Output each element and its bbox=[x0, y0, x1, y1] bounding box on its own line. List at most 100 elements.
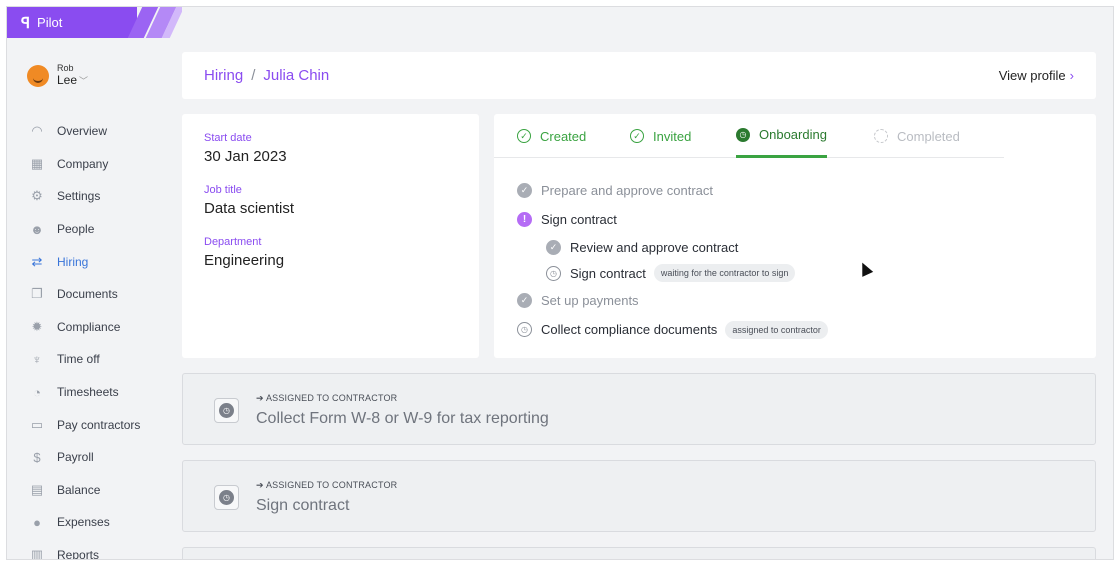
app-name: Pilot bbox=[37, 15, 63, 30]
sidebar-item-people[interactable]: ☻ People bbox=[29, 213, 140, 246]
task-card-partial[interactable] bbox=[182, 547, 1096, 559]
gear-icon: ⚙ bbox=[31, 188, 43, 204]
brand-bar: ꟼ Pilot bbox=[7, 7, 137, 38]
sidebar-item-settings[interactable]: ⚙ Settings bbox=[29, 180, 140, 213]
step-item: ✓ Prepare and approve contract bbox=[517, 176, 828, 205]
sidebar-item-pay-contractors[interactable]: ▭ Pay contractors bbox=[29, 408, 141, 441]
task-assignee: ➔ ASSIGNED TO CONTRACTOR bbox=[256, 393, 397, 404]
tab-label: Completed bbox=[897, 128, 960, 144]
tab-label: Invited bbox=[653, 128, 692, 144]
sidebar-item-time-off[interactable]: ♆ Time off bbox=[29, 343, 140, 376]
check-circle-icon: ✓ bbox=[517, 183, 532, 198]
step-label: Prepare and approve contract bbox=[541, 183, 713, 198]
onboarding-status-card: ✓ Created ✓ Invited ◷ Onboarding Completed ✓ Pr… bbox=[494, 114, 1096, 358]
arrow-right-icon: ➔ bbox=[256, 393, 266, 403]
tab-completed[interactable]: Completed bbox=[874, 114, 960, 158]
sidebar-item-label: Overview bbox=[57, 124, 108, 139]
gauge-icon: ◠ bbox=[31, 123, 43, 139]
sidebar-item-label: Balance bbox=[57, 482, 101, 497]
sidebar-item-label: Expenses bbox=[57, 515, 110, 530]
handshake-icon: ⇄ bbox=[31, 253, 43, 269]
tab-created[interactable]: ✓ Created bbox=[517, 114, 586, 158]
breadcrumb: Hiring / Julia Chin bbox=[204, 67, 329, 84]
step-label: Sign contract bbox=[570, 265, 646, 281]
detail-value: Engineering bbox=[204, 252, 285, 269]
breadcrumb-parent[interactable]: Hiring bbox=[204, 67, 243, 84]
task-title: Collect Form W-8 or W-9 for tax reportin… bbox=[256, 410, 549, 427]
report-icon: ▥ bbox=[30, 547, 44, 560]
sidebar-item-label: Documents bbox=[57, 287, 118, 302]
arrow-right-icon: ➔ bbox=[256, 480, 266, 490]
piggy-bank-icon: ● bbox=[33, 514, 41, 530]
detail-value: 30 Jan 2023 bbox=[204, 148, 287, 165]
tab-label: Created bbox=[540, 128, 587, 144]
breadcrumb-separator: / bbox=[251, 67, 256, 84]
sidebar-item-reports[interactable]: ▥ Reports bbox=[29, 539, 140, 560]
sidebar-item-label: People bbox=[57, 222, 95, 237]
task-title: Sign contract bbox=[256, 497, 350, 514]
step-item: ◷ Sign contract waiting for the contractor… bbox=[517, 260, 828, 286]
view-profile-label: View profile bbox=[998, 68, 1066, 83]
documents-icon: ❐ bbox=[31, 286, 43, 302]
task-card[interactable]: ◷ ➔ ASSIGNED TO CONTRACTOR Collect Form W-… bbox=[182, 373, 1096, 445]
tab-invited[interactable]: ✓ Invited bbox=[630, 114, 691, 158]
app-window: ꟼ Pilot Rob Lee ﹀ ◠ Overview ▦ Company ⚙ Setti… bbox=[6, 6, 1114, 560]
step-item: ✓ Review and approve contract bbox=[517, 234, 828, 260]
step-item: ! Sign contract bbox=[517, 205, 828, 234]
dashed-circle-icon bbox=[874, 129, 888, 143]
sidebar-item-documents[interactable]: ❐ Documents bbox=[29, 278, 140, 311]
check-circle-icon: ✓ bbox=[546, 239, 561, 255]
check-circle-icon: ✓ bbox=[517, 129, 531, 143]
palm-tree-icon: ♆ bbox=[32, 351, 42, 367]
task-assignee: ➔ ASSIGNED TO CONTRACTOR bbox=[256, 480, 397, 491]
detail-value: Data scientist bbox=[204, 200, 295, 217]
status-tabs: ✓ Created ✓ Invited ◷ Onboarding Completed bbox=[494, 114, 1004, 158]
building-icon: ▦ bbox=[30, 155, 44, 171]
step-label: Sign contract bbox=[541, 212, 617, 227]
clock-icon: ◷ bbox=[219, 403, 234, 418]
status-badge: waiting for the contractor to sign bbox=[653, 264, 796, 282]
step-label: Set up payments bbox=[541, 293, 639, 308]
sidebar-item-label: Payroll bbox=[57, 450, 94, 465]
smiley-icon: ☻ bbox=[30, 221, 44, 237]
view-profile-link[interactable]: View profile › bbox=[999, 68, 1074, 83]
details-card: Start date 30 Jan 2023 Job title Data scien… bbox=[182, 114, 479, 358]
coins-icon: ▤ bbox=[30, 481, 44, 497]
task-card[interactable]: ◷ ➔ ASSIGNED TO CONTRACTOR Sign contract bbox=[182, 460, 1096, 532]
detail-label: Start date bbox=[204, 132, 252, 144]
sidebar-item-timesheets[interactable]: ◔ Timesheets bbox=[29, 376, 140, 409]
badge-icon: ✹ bbox=[31, 318, 43, 334]
user-first-name: Rob bbox=[57, 63, 74, 73]
sidebar-item-expenses[interactable]: ● Expenses bbox=[29, 506, 140, 539]
sidebar-item-overview[interactable]: ◠ Overview bbox=[29, 115, 140, 148]
avatar bbox=[27, 65, 49, 87]
detail-label: Job title bbox=[204, 184, 242, 196]
sidebar-item-hiring[interactable]: ⇄ Hiring bbox=[29, 245, 140, 278]
check-circle-icon: ✓ bbox=[630, 129, 644, 143]
tab-label: Onboarding bbox=[759, 127, 827, 142]
sidebar-item-compliance[interactable]: ✹ Compliance bbox=[29, 311, 140, 344]
breadcrumb-current: Julia Chin bbox=[263, 67, 330, 84]
cash-icon: ▭ bbox=[30, 416, 44, 432]
sidebar-item-label: Reports bbox=[57, 548, 100, 560]
detail-label: Department bbox=[204, 236, 262, 248]
step-list: ✓ Prepare and approve contract ! Sign contr… bbox=[517, 176, 828, 344]
sidebar-item-payroll[interactable]: $ Payroll bbox=[29, 441, 140, 474]
dollar-icon: $ bbox=[33, 449, 41, 465]
sidebar-item-company[interactable]: ▦ Company bbox=[29, 148, 140, 181]
sidebar-item-balance[interactable]: ▤ Balance bbox=[29, 474, 140, 507]
step-item: ✓ Set up payments bbox=[517, 286, 828, 315]
brand-header[interactable]: ꟼ Pilot bbox=[7, 7, 182, 38]
tab-onboarding[interactable]: ◷ Onboarding bbox=[736, 114, 827, 158]
chevron-right-icon: › bbox=[1069, 68, 1074, 83]
sidebar-item-label: Company bbox=[57, 156, 109, 171]
step-item: ◷ Collect compliance documents assigned to… bbox=[517, 315, 828, 344]
task-assignee-label: ASSIGNED TO CONTRACTOR bbox=[265, 480, 398, 490]
pilot-logo-icon: ꟼ bbox=[21, 14, 30, 32]
user-menu[interactable]: Rob Lee ﹀ bbox=[27, 63, 88, 89]
sidebar-item-label: Settings bbox=[57, 189, 101, 204]
sidebar-item-label: Hiring bbox=[57, 254, 89, 269]
task-icon-box: ◷ bbox=[214, 398, 239, 423]
sidebar-nav: ◠ Overview ▦ Company ⚙ Settings ☻ People ⇄ Hiring… bbox=[29, 115, 141, 560]
clock-icon: ◷ bbox=[219, 490, 234, 505]
